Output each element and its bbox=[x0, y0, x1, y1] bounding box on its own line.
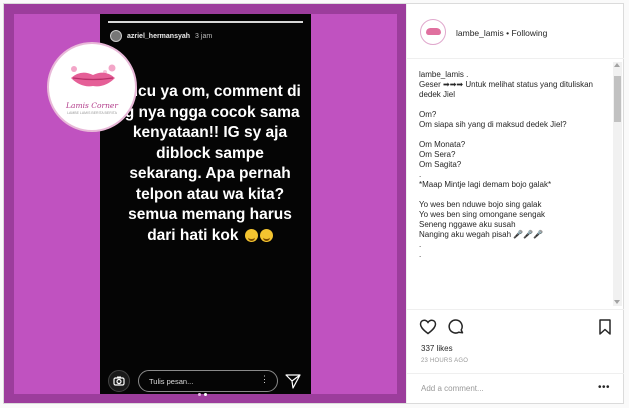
caption-line: Geser ➡➡➡ Untuk melihat status yang ditu… bbox=[419, 80, 596, 99]
more-options-icon[interactable]: ••• bbox=[598, 382, 610, 393]
caption-line: Om siapa sih yang di maksud dedek Jiel? bbox=[419, 120, 567, 129]
caption-line: lambe_lamis . bbox=[419, 70, 469, 79]
heart-icon[interactable] bbox=[419, 318, 437, 336]
comment-bar: Add a comment... ••• bbox=[407, 373, 624, 403]
camera-button bbox=[108, 370, 130, 392]
caption-line: . bbox=[419, 170, 422, 179]
caption-line: Yo wes ben sing omongane sengak bbox=[419, 210, 546, 219]
comment-input[interactable]: Add a comment... bbox=[421, 384, 484, 393]
caption-line bbox=[419, 100, 605, 110]
grinning-emoji-icon bbox=[244, 228, 258, 242]
caption-line bbox=[419, 130, 605, 140]
send-icon bbox=[285, 374, 301, 389]
more-vertical-icon: ⋮ bbox=[260, 374, 269, 384]
header-separator: • bbox=[506, 28, 510, 38]
post-header: lambe_lamis • Following bbox=[407, 4, 624, 59]
caption-line: Seneng nggawe aku susah bbox=[419, 220, 516, 229]
caption-line: Yo wes ben nduwe bojo sing galak bbox=[419, 200, 542, 209]
post-sidebar: lambe_lamis • Following lambe_lamis . Ges… bbox=[406, 4, 624, 403]
caption-line: Om Sera? bbox=[419, 150, 456, 159]
carousel-dot[interactable] bbox=[198, 393, 201, 396]
media-background: azriel_hermansyah 3 jam Lucu ya om, comm… bbox=[14, 14, 397, 394]
logo-name: Lamis Corner bbox=[66, 101, 118, 110]
story-username: azriel_hermansyah bbox=[127, 32, 191, 40]
story-text-body: Lucu ya om, comment di ig nya ngga cocok… bbox=[119, 83, 301, 244]
caption-line: Nanging aku wegah pisah 🎤🎤🎤 bbox=[419, 230, 544, 239]
logo-tagline: LAMBE LAMIS BERITA BERITA bbox=[67, 111, 117, 115]
caption-line: Om Sagita? bbox=[419, 160, 462, 169]
post-card: azriel_hermansyah 3 jam Lucu ya om, comm… bbox=[3, 3, 624, 404]
scrollbar[interactable] bbox=[613, 62, 622, 306]
caption-area[interactable]: lambe_lamis . Geser ➡➡➡ Untuk melihat sta… bbox=[407, 60, 624, 308]
caption-line: . bbox=[419, 240, 422, 249]
header-user: lambe_lamis • Following bbox=[456, 28, 547, 38]
camera-icon bbox=[113, 376, 125, 386]
caption-line bbox=[419, 190, 605, 200]
story-user: azriel_hermansyah 3 jam bbox=[110, 30, 212, 42]
scroll-up-arrow-icon[interactable] bbox=[614, 63, 620, 67]
carousel-dot-active[interactable] bbox=[204, 393, 207, 396]
story-reply-placeholder: Tulis pesan... bbox=[149, 377, 194, 386]
likes-count[interactable]: 337 likes bbox=[421, 344, 453, 353]
post-media[interactable]: azriel_hermansyah 3 jam Lucu ya om, comm… bbox=[4, 4, 406, 403]
lips-logo-icon bbox=[71, 64, 116, 87]
caption-line: . bbox=[419, 250, 422, 259]
caption-line: *Maap Mintje lagi demam bojo galak* bbox=[419, 180, 552, 189]
story-time: 3 jam bbox=[195, 32, 213, 40]
user-avatar[interactable] bbox=[420, 19, 446, 45]
story-reply-input: Tulis pesan... ⋮ bbox=[138, 370, 278, 392]
post-timestamp[interactable]: 23 HOURS AGO bbox=[421, 358, 468, 364]
carousel-indicator bbox=[198, 393, 207, 396]
follow-status-button[interactable]: Following bbox=[511, 28, 547, 38]
caption-text: lambe_lamis . Geser ➡➡➡ Untuk melihat sta… bbox=[419, 70, 605, 260]
comment-icon[interactable] bbox=[447, 318, 465, 336]
watermark-logo: Lamis Corner LAMBE LAMIS BERITA BERITA bbox=[47, 42, 137, 132]
caption-line: Om? bbox=[419, 110, 437, 119]
story-avatar bbox=[110, 30, 122, 42]
scrollbar-thumb[interactable] bbox=[614, 76, 621, 122]
post-actions: 337 likes 23 HOURS AGO bbox=[407, 309, 624, 373]
story-progress-bar bbox=[108, 21, 303, 23]
bookmark-icon[interactable] bbox=[596, 318, 614, 336]
header-username[interactable]: lambe_lamis bbox=[456, 28, 504, 38]
caption-line: Om Monata? bbox=[419, 140, 466, 149]
grinning-emoji-icon bbox=[259, 228, 273, 242]
page: azriel_hermansyah 3 jam Lucu ya om, comm… bbox=[0, 0, 629, 408]
story-text: Lucu ya om, comment di ig nya ngga cocok… bbox=[118, 82, 302, 246]
story-reply-bar: Tulis pesan... ⋮ bbox=[100, 367, 311, 395]
scroll-down-arrow-icon[interactable] bbox=[614, 300, 620, 304]
